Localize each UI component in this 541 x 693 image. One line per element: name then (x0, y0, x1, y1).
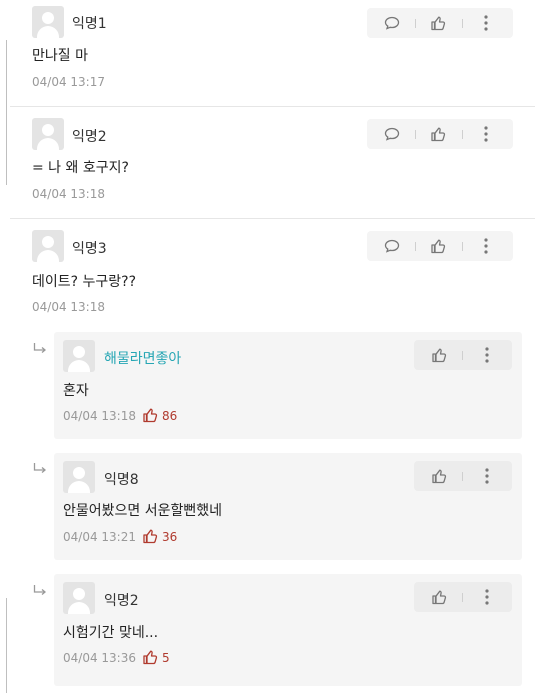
reply-time: 04/04 13:21 (63, 530, 136, 544)
like-count: 36 (162, 530, 178, 544)
speech-bubble-icon[interactable] (381, 8, 403, 38)
thumbs-up-icon[interactable] (427, 8, 449, 38)
comment-text: 데이트? 누구랑?? (32, 274, 137, 290)
avatar (63, 340, 95, 372)
reply-time: 04/04 13:18 (63, 409, 136, 423)
speech-bubble-icon[interactable] (381, 119, 403, 149)
thumbs-up-icon[interactable] (428, 340, 450, 370)
reply-item: 해물라면좋아 혼자 04/04 13:18 86 (54, 332, 522, 439)
more-vertical-icon[interactable] (479, 8, 493, 38)
reply-actions (414, 340, 512, 370)
left-edge-line-bottom (6, 598, 7, 693)
reply-actions (414, 582, 512, 612)
reply-author: 해물라면좋아 (104, 351, 182, 367)
comment-text: 만나질 마 (32, 48, 88, 64)
reply-item: 익명2 시험기간 맞네... 04/04 13:36 5 (54, 574, 522, 686)
reply-arrow-icon (33, 460, 47, 479)
thumbs-up-icon[interactable] (428, 582, 450, 612)
comment-actions (367, 231, 513, 261)
comment-actions (367, 8, 513, 38)
comment-author: 익명1 (72, 16, 107, 32)
comment-actions (367, 119, 513, 149)
comment-item: 익명2 = 나 왜 호구지? 04/04 13:18 (10, 110, 535, 219)
comment-item: 익명3 데이트? 누구랑?? 04/04 13:18 (10, 222, 535, 322)
more-vertical-icon[interactable] (480, 340, 494, 370)
comment-item: 익명1 만나질 마 04/04 13:17 (10, 0, 535, 107)
comment-time: 04/04 13:18 (32, 187, 105, 201)
like-count: 5 (162, 651, 170, 665)
comment-time: 04/04 13:17 (32, 75, 105, 89)
reply-text: 혼자 (63, 383, 89, 399)
reply-arrow-icon (33, 582, 47, 601)
comment-author: 익명2 (72, 129, 107, 145)
avatar (63, 582, 95, 614)
speech-bubble-icon[interactable] (381, 231, 403, 261)
reply-author: 익명2 (104, 593, 139, 609)
like-count: 86 (162, 409, 178, 423)
thumbs-up-icon[interactable] (142, 528, 158, 548)
comment-author: 익명3 (72, 241, 107, 257)
left-edge-line (6, 40, 7, 185)
reply-time: 04/04 13:36 (63, 651, 136, 665)
avatar (32, 230, 64, 262)
reply-text: 시험기간 맞네... (63, 625, 159, 641)
avatar (32, 6, 64, 38)
reply-arrow-icon (33, 340, 47, 359)
thumbs-up-icon[interactable] (428, 461, 450, 491)
avatar (63, 461, 95, 493)
more-vertical-icon[interactable] (479, 119, 493, 149)
more-vertical-icon[interactable] (479, 231, 493, 261)
thumbs-up-icon[interactable] (142, 649, 158, 669)
comment-text: = 나 왜 호구지? (32, 160, 129, 176)
comment-time: 04/04 13:18 (32, 300, 105, 314)
reply-author: 익명8 (104, 472, 139, 488)
reply-text: 안물어봤으면 서운할뻔했네 (63, 503, 223, 519)
reply-actions (414, 461, 512, 491)
thumbs-up-icon[interactable] (142, 407, 158, 427)
thumbs-up-icon[interactable] (427, 231, 449, 261)
more-vertical-icon[interactable] (480, 582, 494, 612)
thumbs-up-icon[interactable] (427, 119, 449, 149)
avatar (32, 118, 64, 150)
reply-item: 익명8 안물어봤으면 서운할뻔했네 04/04 13:21 36 (54, 453, 522, 560)
more-vertical-icon[interactable] (480, 461, 494, 491)
